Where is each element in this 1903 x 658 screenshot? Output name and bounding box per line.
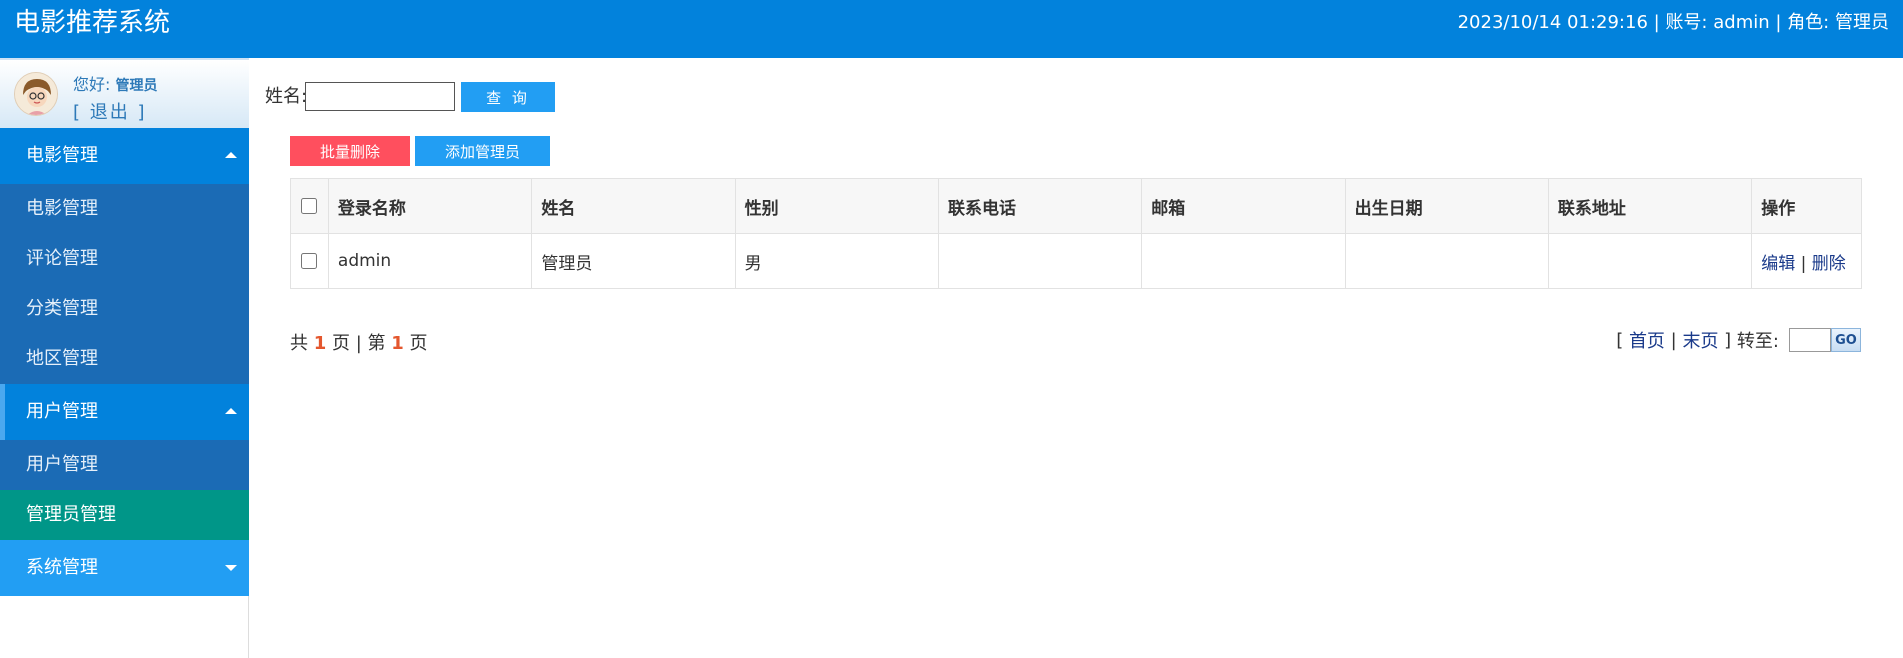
user-profile: 您好: 管理员 [ 退出 ] — [0, 58, 249, 128]
pagination-info: 共 1 页 | 第 1 页 — [290, 329, 428, 355]
sidebar-item-admin-management[interactable]: 管理员管理 — [0, 490, 249, 540]
nav-group-label: 用户管理 — [26, 401, 98, 422]
cell-address — [1547, 233, 1753, 289]
column-header: 联系地址 — [1547, 178, 1753, 234]
top-header: 电影推荐系统 2023/10/14 01:29:16 | 账号: admin |… — [0, 0, 1903, 58]
goto-page-input[interactable] — [1789, 328, 1831, 352]
row-select-cell — [290, 233, 329, 289]
column-header: 邮箱 — [1141, 178, 1346, 234]
cell-email — [1141, 233, 1346, 289]
sidebar-item-movie-management[interactable]: 电影管理 — [0, 184, 249, 234]
cell-birth — [1344, 233, 1549, 289]
logout-link[interactable]: [ 退出 ] — [73, 98, 147, 124]
account-name: admin — [1713, 12, 1770, 33]
total-pages: 1 — [313, 333, 327, 354]
nav-group-movies[interactable]: 电影管理 — [0, 128, 249, 184]
nav-group-label: 系统管理 — [26, 557, 98, 578]
edit-link[interactable]: 编辑 — [1761, 254, 1795, 274]
active-group-indicator — [0, 384, 5, 440]
go-button[interactable]: GO — [1831, 328, 1861, 352]
caret-up-icon — [225, 408, 237, 414]
column-header: 性别 — [734, 178, 939, 234]
pager-total-prefix: 共 — [290, 333, 308, 354]
row-checkbox[interactable] — [301, 252, 318, 269]
pagination-controls: [ 首页 | 末页 ] 转至: GO — [1616, 327, 1861, 353]
role-name: 管理员 — [1835, 12, 1889, 33]
role-label: 角色: — [1787, 12, 1830, 33]
column-header: 操作 — [1751, 178, 1862, 234]
pager-current-suffix: 页 — [409, 333, 428, 354]
column-header: 姓名 — [531, 178, 736, 234]
sidebar-item-region-management[interactable]: 地区管理 — [0, 334, 249, 384]
batch-delete-button[interactable]: 批量删除 — [290, 136, 410, 166]
first-page-link[interactable]: 首页 — [1629, 327, 1665, 353]
column-header: 登录名称 — [327, 178, 533, 234]
column-header: 联系电话 — [937, 178, 1143, 234]
nav-group-users[interactable]: 用户管理 — [0, 384, 249, 440]
avatar — [14, 72, 58, 116]
cell-gender: 男 — [734, 233, 939, 289]
greeting: 您好: 管理员 — [73, 71, 158, 95]
pager-total-suffix: 页 | 第 — [332, 333, 386, 354]
cell-login: admin — [327, 233, 533, 289]
column-header: 出生日期 — [1344, 178, 1549, 234]
cell-phone — [937, 233, 1143, 289]
search-button[interactable]: 查 询 — [461, 82, 555, 112]
current-datetime: 2023/10/14 01:29:16 — [1457, 12, 1648, 33]
last-page-link[interactable]: 末页 — [1682, 327, 1718, 353]
sidebar-item-category-management[interactable]: 分类管理 — [0, 284, 249, 334]
cell-name: 管理员 — [531, 233, 736, 289]
table-row: admin 管理员 男 编辑 | 删除 — [290, 233, 1862, 289]
admin-table: 登录名称 姓名 性别 联系电话 邮箱 出生日期 联系地址 操作 admin 管理… — [290, 178, 1862, 289]
nav-group-label: 电影管理 — [26, 145, 98, 166]
sidebar: 您好: 管理员 [ 退出 ] 电影管理 电影管理 评论管理 分类管理 地区管理 … — [0, 58, 249, 658]
sidebar-nav: 电影管理 电影管理 评论管理 分类管理 地区管理 用户管理 用户管理 管理员管理… — [0, 128, 249, 596]
caret-up-icon — [225, 152, 237, 158]
account-label: 账号: — [1665, 12, 1708, 33]
action-separator: | — [1800, 253, 1807, 274]
goto-label: 转至: — [1736, 331, 1779, 352]
cell-actions: 编辑 | 删除 — [1751, 233, 1862, 289]
caret-down-icon — [225, 565, 237, 571]
sidebar-item-user-management[interactable]: 用户管理 — [0, 440, 249, 490]
delete-link[interactable]: 删除 — [1812, 254, 1846, 274]
add-admin-button[interactable]: 添加管理员 — [415, 136, 550, 166]
name-search-input[interactable] — [305, 82, 455, 111]
app-title: 电影推荐系统 — [14, 8, 171, 38]
nav-group-system[interactable]: 系统管理 — [0, 540, 249, 596]
greeting-role: 管理员 — [115, 78, 158, 94]
greeting-text: 您好: — [73, 75, 111, 94]
sidebar-item-comment-management[interactable]: 评论管理 — [0, 234, 249, 284]
current-page: 1 — [391, 333, 404, 354]
select-all-checkbox[interactable] — [301, 197, 318, 214]
select-all-cell — [290, 178, 329, 234]
search-label: 姓名: — [265, 86, 308, 107]
header-user-info: 2023/10/14 01:29:16 | 账号: admin | 角色: 管理… — [1457, 12, 1889, 33]
table-header-row: 登录名称 姓名 性别 联系电话 邮箱 出生日期 联系地址 操作 — [290, 178, 1862, 234]
